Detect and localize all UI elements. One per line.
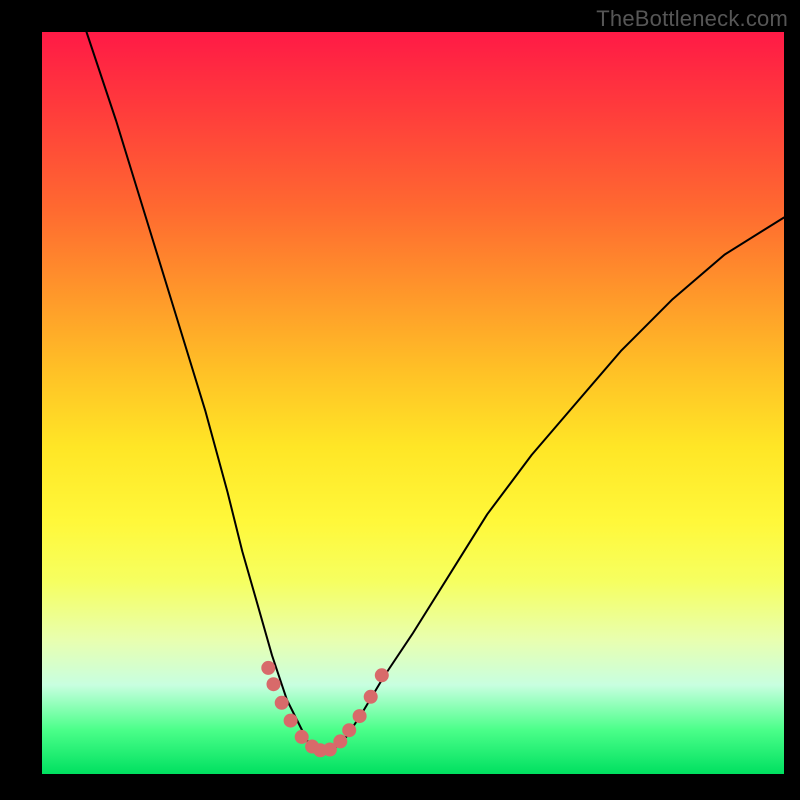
curve-markers <box>261 661 389 757</box>
curve-marker <box>353 709 367 723</box>
curve-marker <box>261 661 275 675</box>
curve-marker <box>267 677 281 691</box>
curve-marker <box>375 668 389 682</box>
curve-marker <box>333 734 347 748</box>
curve-marker <box>275 696 289 710</box>
plot-area <box>42 32 784 774</box>
watermark-text: TheBottleneck.com <box>596 6 788 32</box>
curve-marker <box>364 690 378 704</box>
curve-layer <box>42 32 784 774</box>
curve-marker <box>284 714 298 728</box>
curve-marker <box>342 723 356 737</box>
curve-marker <box>295 730 309 744</box>
bottleneck-curve <box>87 32 785 752</box>
chart-frame: TheBottleneck.com <box>0 0 800 800</box>
